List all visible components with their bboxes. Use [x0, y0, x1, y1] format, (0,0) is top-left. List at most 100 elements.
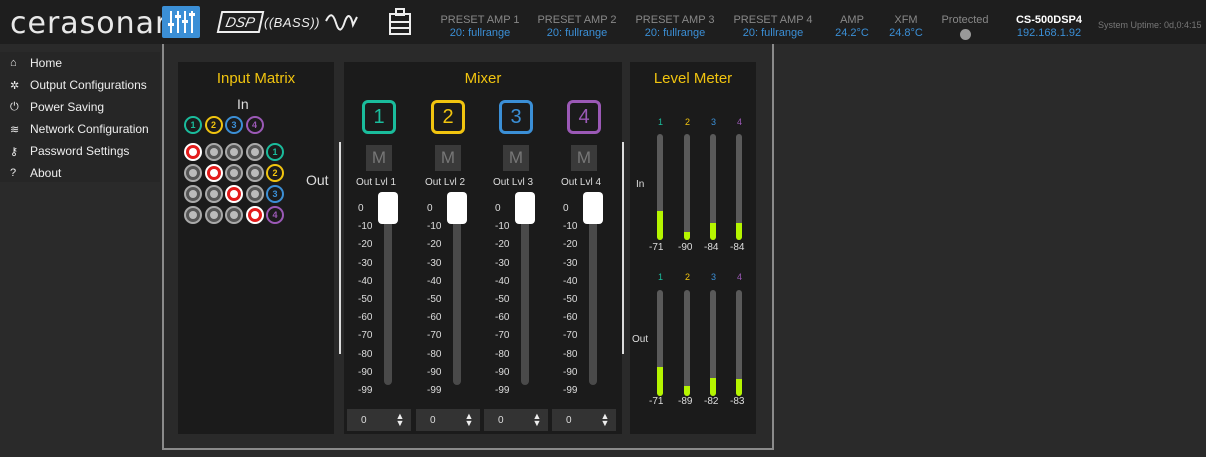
matrix-node-in4-out4[interactable] [245, 206, 264, 224]
channel-2-level-stepper[interactable]: 0 ▲ ▼ [416, 409, 480, 431]
channel-2-scale-tick: -20 [427, 239, 442, 251]
matrix-node-in2-out3[interactable] [204, 185, 223, 203]
channel-1-fader-track [384, 200, 392, 385]
preset-amp-2[interactable]: PRESET AMP 2 20: fullrange [537, 14, 617, 40]
channel-4-scale-tick: 0 [563, 203, 569, 214]
matrix-node-in3-out3[interactable] [225, 185, 243, 203]
channel-4-fader-handle[interactable] [583, 192, 603, 224]
matrix-node-in3-out2[interactable] [225, 164, 243, 182]
channel-2-mute-button[interactable]: M [435, 145, 461, 171]
channel-4-mute-button[interactable]: M [571, 145, 597, 171]
gear-icon: ✲ [10, 79, 20, 92]
preset-amp-3-title: PRESET AMP 3 [635, 14, 715, 26]
matrix-node-in2-out1[interactable] [204, 143, 223, 161]
sidebar-item-output-configurations[interactable]: ✲ Output Configurations [0, 74, 160, 96]
channel-1-stepper-value: 0 [361, 414, 367, 426]
up-down-arrows-icon[interactable]: ▲ ▼ [462, 412, 476, 428]
preset-amp-1-value: 20: fullrange [449, 27, 511, 39]
matrix-node-in1-out1[interactable] [184, 143, 202, 161]
meter-in-channel-4-fill [736, 223, 742, 240]
matrix-node-in1-out4[interactable] [184, 206, 202, 224]
sidebar-item-label: Password Settings [30, 144, 130, 158]
preset-amp-1-title: PRESET AMP 1 [440, 14, 520, 26]
meter-out-label: Out [632, 334, 649, 345]
mixer-tab[interactable] [162, 6, 200, 38]
channel-1-scale-tick: -99 [358, 385, 373, 396]
channel-3-scale-tick: -80 [495, 348, 510, 360]
matrix-node-in4-out3[interactable] [245, 185, 264, 203]
sidebar-item-label: About [30, 166, 62, 180]
matrix-node-in2-out2[interactable] [204, 164, 223, 182]
amp-temperature: AMP 24.2°C [830, 14, 874, 40]
matrix-node-in4-out2[interactable] [245, 164, 264, 182]
channel-1-scale-tick: -10 [358, 221, 373, 233]
channel-4-scale-tick: -80 [563, 348, 578, 360]
meter-out-channel-4-fill [736, 379, 742, 396]
sidebar-item-power-saving[interactable]: ⏻ Power Saving [0, 96, 160, 118]
channel-1-scale-tick: -90 [358, 366, 373, 378]
sidebar-item-password-settings[interactable]: ⚷ Password Settings [0, 140, 160, 162]
meter-in-channel-4-label: 4 [737, 117, 743, 127]
matrix-node-in4-out1[interactable] [245, 143, 264, 161]
preset-amp-3[interactable]: PRESET AMP 3 20: fullrange [635, 14, 715, 40]
matrix-node-in3-out1[interactable] [225, 143, 243, 161]
matrix-node-in3-out4[interactable] [225, 206, 243, 224]
mixer-divider-right [622, 142, 624, 354]
meter-in-channel-1-fill [657, 211, 663, 240]
up-down-arrows-icon[interactable]: ▲ ▼ [598, 412, 612, 428]
channel-1-level-stepper[interactable]: 0 ▲ ▼ [347, 409, 411, 431]
eq-tab[interactable] [322, 6, 362, 38]
channel-2-scale-tick: -40 [427, 275, 442, 287]
meter-in-channel-3-bar [710, 134, 716, 240]
system-uptime: System Uptime: 0d,0:4:15 [1098, 20, 1202, 30]
channel-3-fader-handle[interactable] [515, 192, 535, 224]
channel-3-badge: 3 [499, 100, 533, 134]
amp-temp-value: 24.2°C [835, 27, 869, 39]
meter-out-channel-2-label: 2 [685, 272, 691, 282]
channel-1-mute-button[interactable]: M [366, 145, 392, 171]
bass-label: BASS [273, 14, 311, 30]
matrix-node-in1-out2[interactable] [184, 164, 202, 182]
matrix-node-in2-out4[interactable] [204, 206, 223, 224]
preset-icon [389, 8, 411, 35]
channel-2-fader-handle[interactable] [447, 192, 467, 224]
meter-in-channel-3-fill [710, 223, 716, 240]
channel-1-fader-handle[interactable] [378, 192, 398, 224]
up-down-arrows-icon[interactable]: ▲ ▼ [393, 412, 407, 428]
mixer-sliders-icon [168, 11, 195, 33]
mixer-title: Mixer [464, 70, 502, 87]
eq-curve-icon [325, 14, 358, 31]
meter-out-channel-2-fill [684, 386, 690, 396]
meter-out-channel-4-label: 4 [737, 272, 743, 282]
protected-title: Protected [941, 14, 989, 26]
dsp-tab[interactable]: DSP [216, 6, 264, 38]
meter-in-channel-4-value: -84 [730, 242, 745, 253]
channel-3-mute-button[interactable]: M [503, 145, 529, 171]
up-down-arrows-icon[interactable]: ▲ ▼ [530, 412, 544, 428]
brand-logo: cerasonar [10, 6, 169, 41]
sidebar-item-label: Home [30, 56, 63, 70]
matrix-node-in1-out3[interactable] [184, 185, 202, 203]
channel-2-scale-tick: -50 [427, 294, 442, 305]
preset-amp-1[interactable]: PRESET AMP 1 20: fullrange [440, 14, 520, 40]
sidebar-item-network-configuration[interactable]: ≋ Network Configuration [0, 118, 160, 140]
meter-in-channel-1-value: -71 [649, 242, 664, 253]
channel-4-scale-tick: -60 [563, 312, 578, 324]
sidebar-item-about[interactable]: ? About [0, 162, 160, 184]
channel-4-scale-tick: -99 [563, 385, 578, 396]
channel-2-badge: 2 [431, 100, 465, 134]
channel-1-scale-tick: -80 [358, 348, 373, 360]
sidebar-item-label: Network Configuration [30, 122, 149, 136]
top-bar: cerasonar DSP ((BASS)) PRESET AMP 1 20: … [0, 0, 1206, 44]
matrix-output-3: 3 [266, 185, 284, 203]
channel-4-level-stepper[interactable]: 0 ▲ ▼ [552, 409, 616, 431]
channel-3-level-stepper[interactable]: 0 ▲ ▼ [484, 409, 548, 431]
bass-tab[interactable]: ((BASS)) [264, 6, 320, 38]
preset-amp-4[interactable]: PRESET AMP 4 20: fullrange [733, 14, 813, 40]
preset-amp-2-value: 20: fullrange [546, 27, 608, 39]
sidebar-item-home[interactable]: ⌂ Home [0, 52, 160, 74]
channel-3-scale-tick: -50 [495, 294, 510, 305]
preset-tab[interactable] [384, 6, 416, 38]
meter-out-channel-2-value: -89 [678, 396, 693, 407]
device-model: CS-500DSP4 [1015, 14, 1083, 26]
